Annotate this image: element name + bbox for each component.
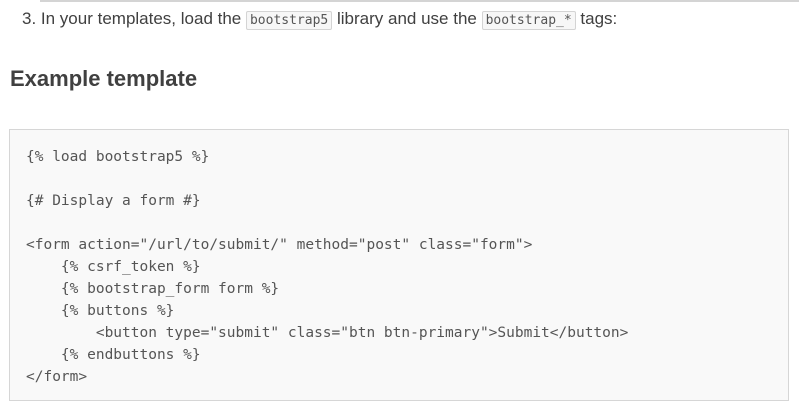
inline-code-tags: bootstrap_* [481, 11, 576, 30]
instruction-step: 3. In your templates, load the bootstrap… [22, 6, 617, 34]
code-block: {% load bootstrap5 %} {# Display a form … [9, 129, 789, 401]
step-text: library and use the [332, 9, 482, 28]
step-text: tags: [575, 9, 618, 28]
inline-code-library: bootstrap5 [245, 11, 333, 30]
section-divider [40, 0, 799, 2]
section-heading: Example template [10, 66, 198, 91]
step-text: In your templates, load the [36, 9, 246, 28]
step-number: 3. [22, 9, 37, 28]
